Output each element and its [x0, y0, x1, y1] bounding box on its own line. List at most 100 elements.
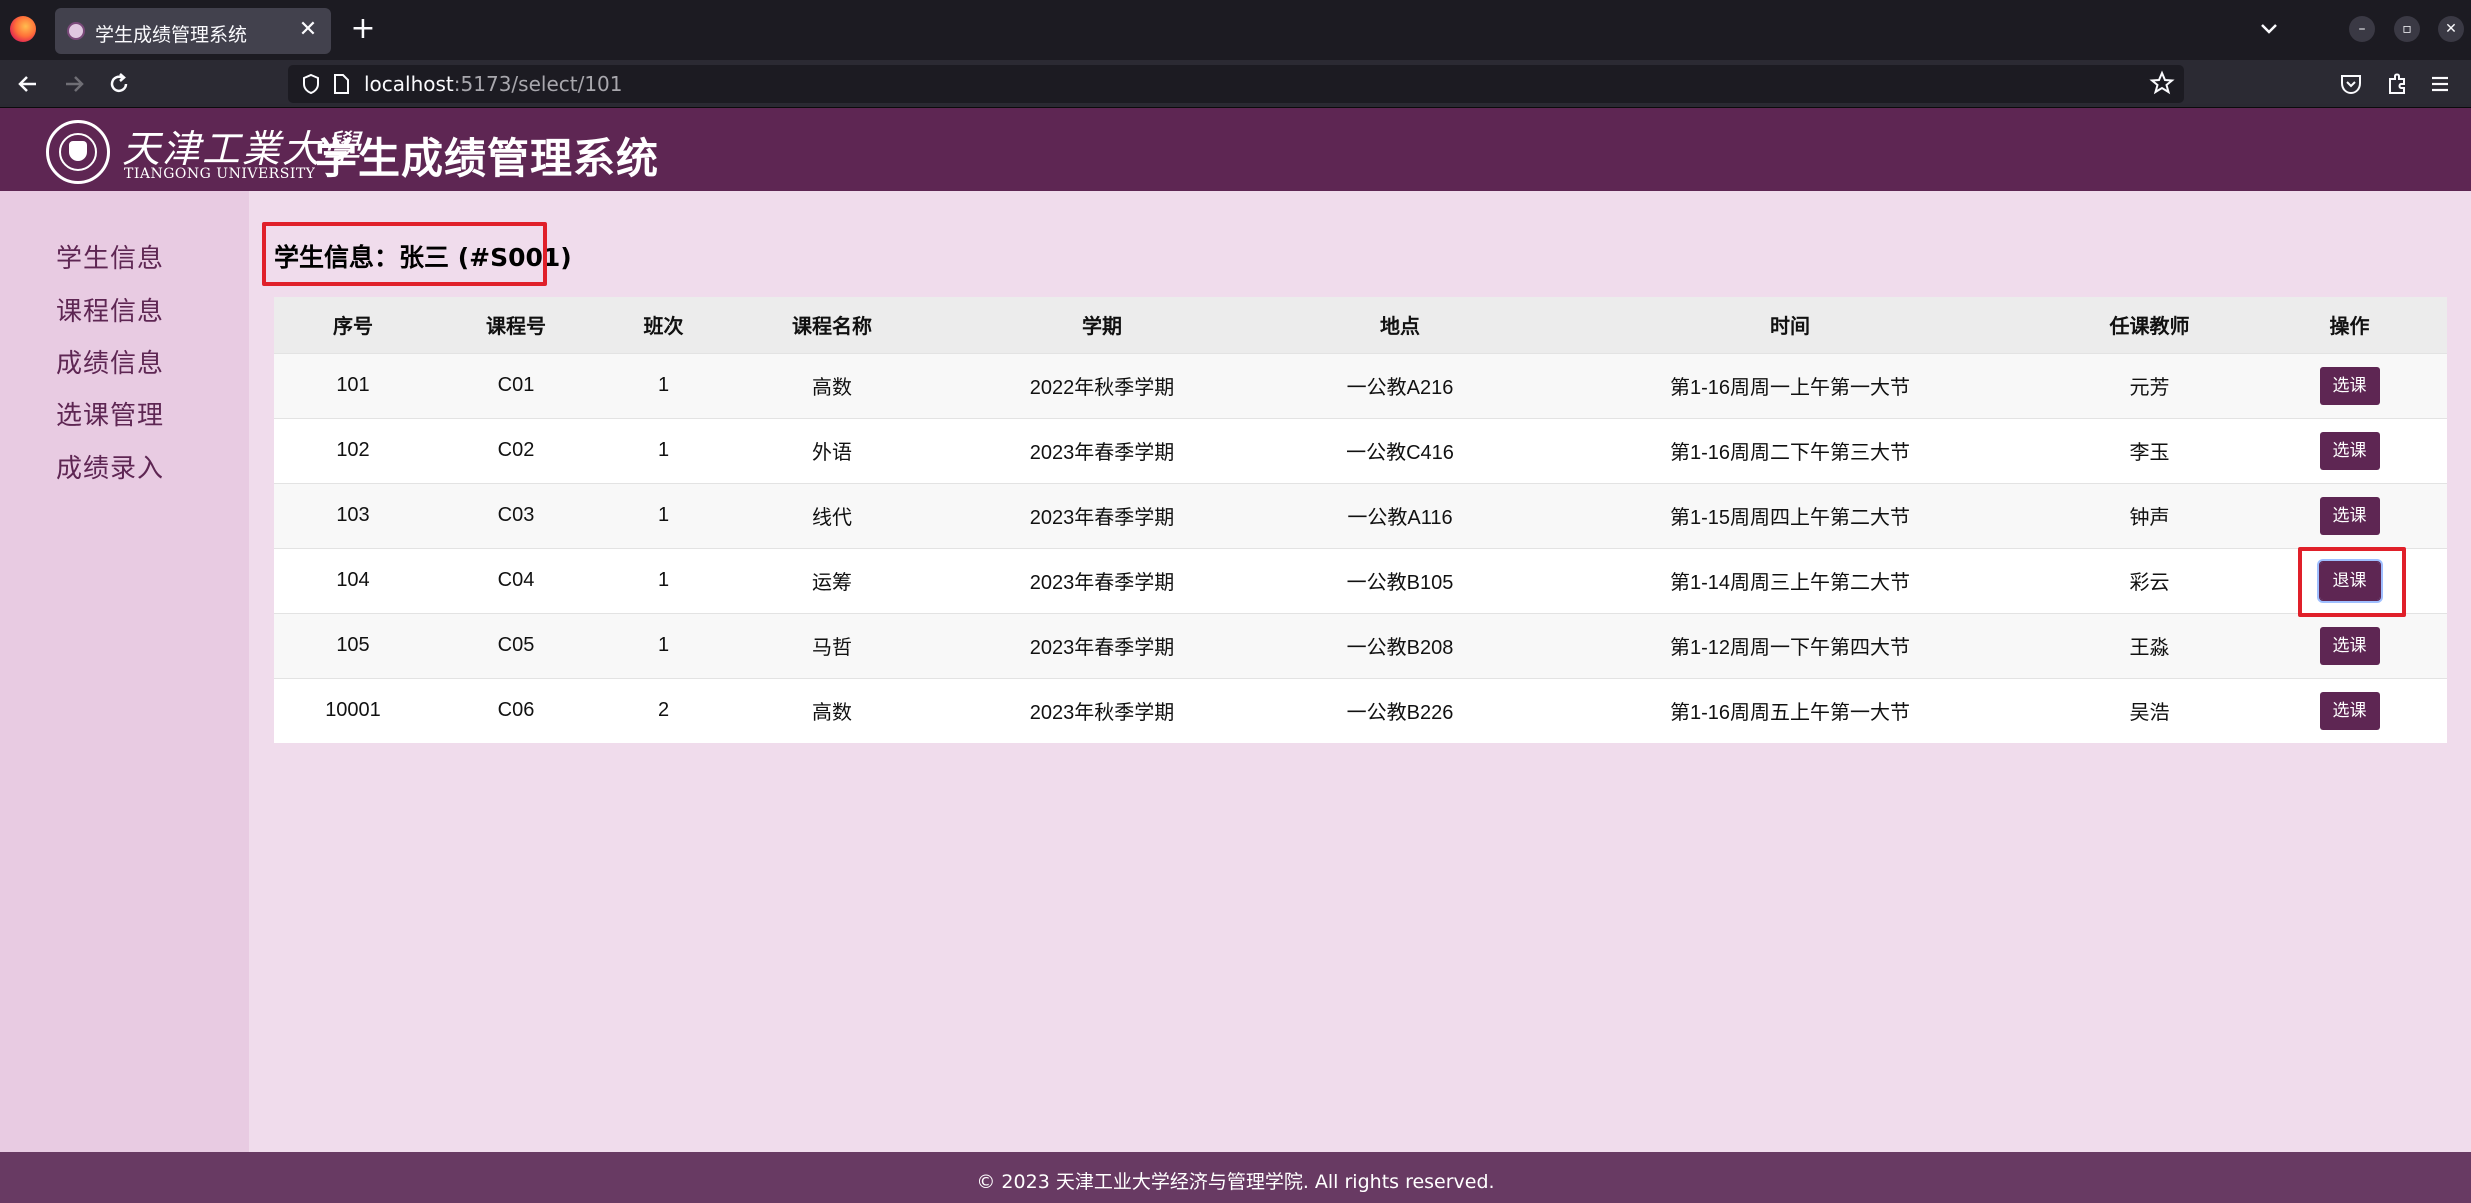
footer-copyright: © 2023 天津工业大学经济与管理学院. All rights reserve… — [976, 1171, 1495, 1193]
table-row: 101 C01 1 高数 2022年秋季学期 一公教A216 第1-16周周一上… — [274, 352, 2447, 418]
cell-section: 1 — [600, 612, 727, 678]
select-course-button[interactable]: 选课 — [2319, 366, 2380, 405]
cell-teacher: 钟声 — [2047, 482, 2252, 548]
cell-term: 2023年春季学期 — [937, 612, 1267, 678]
menu-icon[interactable] — [2426, 70, 2454, 98]
cell-course-no: C01 — [432, 352, 600, 418]
cell-time: 第1-14周周三上午第二大节 — [1533, 547, 2047, 613]
cell-action: 选课 — [2252, 417, 2447, 483]
cell-time: 第1-16周周一上午第一大节 — [1533, 352, 2047, 418]
app-title: 学生成绩管理系统 — [315, 134, 660, 183]
select-course-button[interactable]: 选课 — [2319, 496, 2380, 535]
cell-section: 1 — [600, 352, 727, 418]
cell-id: 105 — [274, 612, 432, 678]
browser-nav-bar: localhost:5173/select/101 — [0, 60, 2471, 108]
url-text[interactable]: localhost:5173/select/101 — [364, 72, 623, 96]
select-course-button[interactable]: 选课 — [2319, 431, 2380, 470]
minimize-icon[interactable]: – — [2349, 16, 2375, 42]
sidebar-item-course-selection[interactable]: 选课管理 — [56, 395, 164, 432]
cell-term: 2023年春季学期 — [937, 547, 1267, 613]
sidebar-item-grade-info[interactable]: 成绩信息 — [56, 343, 164, 380]
university-name-en: TIANGONG UNIVERSITY — [124, 166, 316, 182]
address-bar[interactable]: localhost:5173/select/101 — [288, 65, 2184, 103]
app-header: 天津工業大學 TIANGONG UNIVERSITY 学生成绩管理系统 — [0, 108, 2471, 191]
cell-course-no: C04 — [432, 547, 600, 613]
cell-action: 选课 — [2252, 352, 2447, 418]
cell-course-name: 运筹 — [727, 547, 937, 613]
cell-location: 一公教B105 — [1267, 547, 1533, 613]
cell-teacher: 元芳 — [2047, 352, 2252, 418]
table-row: 10001 C06 2 高数 2023年秋季学期 一公教B226 第1-16周周… — [274, 677, 2447, 743]
tab-list-chevron-icon[interactable] — [2254, 14, 2284, 44]
col-header-term: 学期 — [937, 297, 1267, 353]
restore-icon[interactable]: ▫ — [2394, 16, 2420, 42]
firefox-icon[interactable] — [10, 16, 36, 42]
cell-id: 104 — [274, 547, 432, 613]
col-header-action: 操作 — [2252, 297, 2447, 353]
cell-location: 一公教C416 — [1267, 417, 1533, 483]
cell-teacher: 彩云 — [2047, 547, 2252, 613]
tab-title: 学生成绩管理系统 — [95, 24, 248, 46]
select-course-button[interactable]: 选课 — [2319, 626, 2380, 665]
footer: © 2023 天津工业大学经济与管理学院. All rights reserve… — [0, 1152, 2471, 1203]
cell-id: 103 — [274, 482, 432, 548]
cell-section: 2 — [600, 677, 727, 743]
reload-icon[interactable] — [101, 66, 137, 102]
cell-teacher: 吴浩 — [2047, 677, 2252, 743]
cell-location: 一公教A116 — [1267, 482, 1533, 548]
sidebar-item-course-info[interactable]: 课程信息 — [56, 291, 164, 328]
browser-tab-bar: 学生成绩管理系统 ✕ + – ▫ ✕ — [0, 0, 2471, 60]
cell-course-name: 高数 — [727, 677, 937, 743]
highlight-box-drop-button — [2298, 547, 2406, 617]
shield-icon[interactable] — [300, 73, 322, 95]
sidebar-item-student-info[interactable]: 学生信息 — [56, 238, 164, 275]
cell-course-no: C05 — [432, 612, 600, 678]
cell-location: 一公教B208 — [1267, 612, 1533, 678]
browser-tab[interactable]: 学生成绩管理系统 ✕ — [55, 8, 331, 54]
cell-term: 2023年春季学期 — [937, 482, 1267, 548]
cell-course-name: 线代 — [727, 482, 937, 548]
course-table: 序号 课程号 班次 课程名称 学期 地点 时间 任课教师 操作 101 C01 … — [274, 297, 2447, 743]
cell-term: 2023年春季学期 — [937, 417, 1267, 483]
col-header-teacher: 任课教师 — [2047, 297, 2252, 353]
cell-term: 2023年秋季学期 — [937, 677, 1267, 743]
new-tab-button[interactable]: + — [346, 12, 380, 46]
col-header-course-name: 课程名称 — [727, 297, 937, 353]
cell-course-name: 马哲 — [727, 612, 937, 678]
col-header-location: 地点 — [1267, 297, 1533, 353]
cell-time: 第1-12周周一下午第四大节 — [1533, 612, 2047, 678]
cell-term: 2022年秋季学期 — [937, 352, 1267, 418]
close-window-icon[interactable]: ✕ — [2438, 16, 2464, 42]
cell-teacher: 王淼 — [2047, 612, 2252, 678]
col-header-id: 序号 — [274, 297, 432, 353]
back-icon[interactable] — [10, 66, 46, 102]
table-row: 104 C04 1 运筹 2023年春季学期 一公教B105 第1-14周周三上… — [274, 547, 2447, 613]
url-path: :5173/select/101 — [453, 72, 623, 96]
forward-icon[interactable] — [56, 66, 92, 102]
extensions-icon[interactable] — [2383, 70, 2411, 98]
bookmark-star-icon[interactable] — [2148, 69, 2176, 97]
sidebar-item-grade-entry[interactable]: 成绩录入 — [56, 448, 164, 485]
cell-section: 1 — [600, 547, 727, 613]
highlight-box-student-info — [262, 222, 547, 286]
table-row: 103 C03 1 线代 2023年春季学期 一公教A116 第1-15周周四上… — [274, 482, 2447, 548]
cell-time: 第1-16周周二下午第三大节 — [1533, 417, 2047, 483]
tab-favicon-icon — [67, 22, 85, 40]
cell-course-no: C02 — [432, 417, 600, 483]
page-icon[interactable] — [332, 74, 350, 94]
cell-section: 1 — [600, 417, 727, 483]
col-header-section: 班次 — [600, 297, 727, 353]
table-header-row: 序号 课程号 班次 课程名称 学期 地点 时间 任课教师 操作 — [274, 297, 2447, 353]
cell-id: 101 — [274, 352, 432, 418]
cell-course-no: C03 — [432, 482, 600, 548]
cell-location: 一公教B226 — [1267, 677, 1533, 743]
pocket-icon[interactable] — [2337, 70, 2365, 98]
select-course-button[interactable]: 选课 — [2319, 691, 2380, 730]
tab-close-icon[interactable]: ✕ — [295, 16, 321, 44]
cell-time: 第1-16周周五上午第一大节 — [1533, 677, 2047, 743]
cell-action: 选课 — [2252, 482, 2447, 548]
table-row: 105 C05 1 马哲 2023年春季学期 一公教B208 第1-12周周一下… — [274, 612, 2447, 678]
cell-id: 102 — [274, 417, 432, 483]
col-header-course-no: 课程号 — [432, 297, 600, 353]
university-seal-icon — [46, 120, 110, 184]
